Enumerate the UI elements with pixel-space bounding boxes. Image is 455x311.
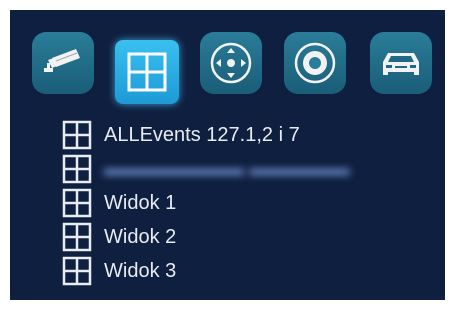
camera-button[interactable] xyxy=(32,32,94,94)
ptz-button[interactable] xyxy=(200,32,262,94)
view-label: Widok 2 xyxy=(104,226,177,248)
views-panel: ALLEvents 127.1,2 i 7 ▬▬▬▬▬▬▬ ▬▬▬▬▬ Wido… xyxy=(10,10,445,300)
grid-view-icon xyxy=(62,120,92,150)
view-label: Widok 3 xyxy=(104,260,177,282)
list-item-view[interactable]: ▬▬▬▬▬▬▬ ▬▬▬▬▬ xyxy=(62,152,442,186)
record-icon xyxy=(294,42,336,84)
view-label: Widok 1 xyxy=(104,192,177,214)
list-item-view[interactable]: Widok 3 xyxy=(62,254,442,288)
vehicle-button[interactable] xyxy=(370,32,432,94)
list-item-view[interactable]: Widok 2 xyxy=(62,220,442,254)
obscured-view-label: ▬▬▬▬▬▬▬ ▬▬▬▬▬ xyxy=(104,158,350,180)
grid-view-icon xyxy=(62,188,92,218)
view-list: ALLEvents 127.1,2 i 7 ▬▬▬▬▬▬▬ ▬▬▬▬▬ Wido… xyxy=(62,118,442,288)
grid-layout-icon xyxy=(127,52,167,92)
record-button[interactable] xyxy=(284,32,346,94)
list-item-view[interactable]: ALLEvents 127.1,2 i 7 xyxy=(62,118,442,152)
grid-view-icon xyxy=(62,222,92,252)
list-item-view[interactable]: Widok 1 xyxy=(62,186,442,220)
toolbar xyxy=(32,32,445,104)
layout-button[interactable] xyxy=(115,40,179,104)
ptz-control-icon xyxy=(210,42,252,84)
grid-view-icon xyxy=(62,256,92,286)
view-label: ALLEvents 127.1,2 i 7 xyxy=(104,124,300,146)
car-icon xyxy=(383,53,419,75)
camera-icon xyxy=(44,49,80,72)
grid-view-icon xyxy=(62,154,92,184)
